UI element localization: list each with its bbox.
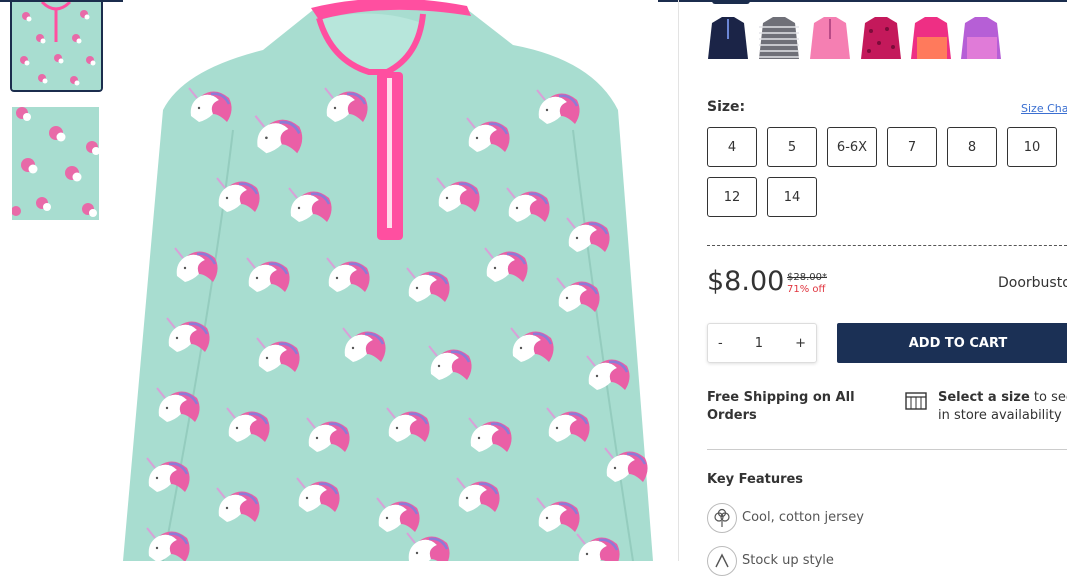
- store-text-rest: to see: [1033, 390, 1067, 405]
- size-option[interactable]: 5: [767, 127, 817, 167]
- swatch-navy[interactable]: [706, 13, 750, 63]
- swatch-selected-indicator: [712, 0, 750, 4]
- quantity-stepper[interactable]: - 1 +: [707, 323, 817, 363]
- store-text-line2: in store availability: [938, 408, 1062, 423]
- swatch-purple[interactable]: [959, 13, 1003, 63]
- swatch-stripe[interactable]: [757, 13, 801, 63]
- size-option[interactable]: 8: [947, 127, 997, 167]
- size-option[interactable]: 6-6X: [827, 127, 877, 167]
- add-to-cart-button[interactable]: ADD TO CART: [837, 323, 1067, 363]
- size-option[interactable]: 4: [707, 127, 757, 167]
- current-price: $8.00: [707, 266, 785, 297]
- unicorn-fleece-image: [123, 0, 653, 561]
- gallery-thumbnail-2[interactable]: [12, 107, 99, 220]
- cotton-icon: [707, 503, 737, 533]
- quantity-increase-button[interactable]: +: [795, 336, 806, 351]
- swatch-pink[interactable]: [808, 13, 852, 63]
- main-product-image: [123, 0, 658, 561]
- thumbnail-2-image: [12, 107, 99, 220]
- quantity-value[interactable]: 1: [755, 336, 763, 351]
- features-divider: [707, 449, 1067, 450]
- stock-icon: [707, 546, 737, 576]
- size-option[interactable]: 10: [1007, 127, 1057, 167]
- gallery-thumbnail-1[interactable]: [10, 2, 103, 92]
- swatch-pink-coral[interactable]: [909, 13, 953, 63]
- column-divider: [678, 0, 679, 561]
- size-option[interactable]: 7: [887, 127, 937, 167]
- swatch-raspberry-print[interactable]: [859, 13, 903, 63]
- store-icon: [905, 392, 927, 410]
- promo-label: Doorbusto: [998, 275, 1067, 291]
- original-price: $28.00*: [787, 272, 827, 283]
- feature-item: Cool, cotton jersey: [742, 510, 864, 525]
- key-features-title: Key Features: [707, 472, 804, 487]
- free-shipping-text: Free Shipping on All Orders: [707, 390, 855, 423]
- store-availability-text[interactable]: Select a size to see in store availabili…: [938, 389, 1067, 425]
- discount-label: 71% off: [787, 284, 826, 295]
- size-label: Size:: [707, 99, 746, 115]
- thumbnail-1-image: [12, 2, 101, 90]
- quantity-decrease-button[interactable]: -: [718, 336, 723, 351]
- size-option[interactable]: 12: [707, 177, 757, 217]
- size-option[interactable]: 14: [767, 177, 817, 217]
- store-select-size: Select a size: [938, 390, 1030, 405]
- size-chart-link[interactable]: Size Cha: [1021, 102, 1067, 115]
- price-divider: [707, 245, 1067, 246]
